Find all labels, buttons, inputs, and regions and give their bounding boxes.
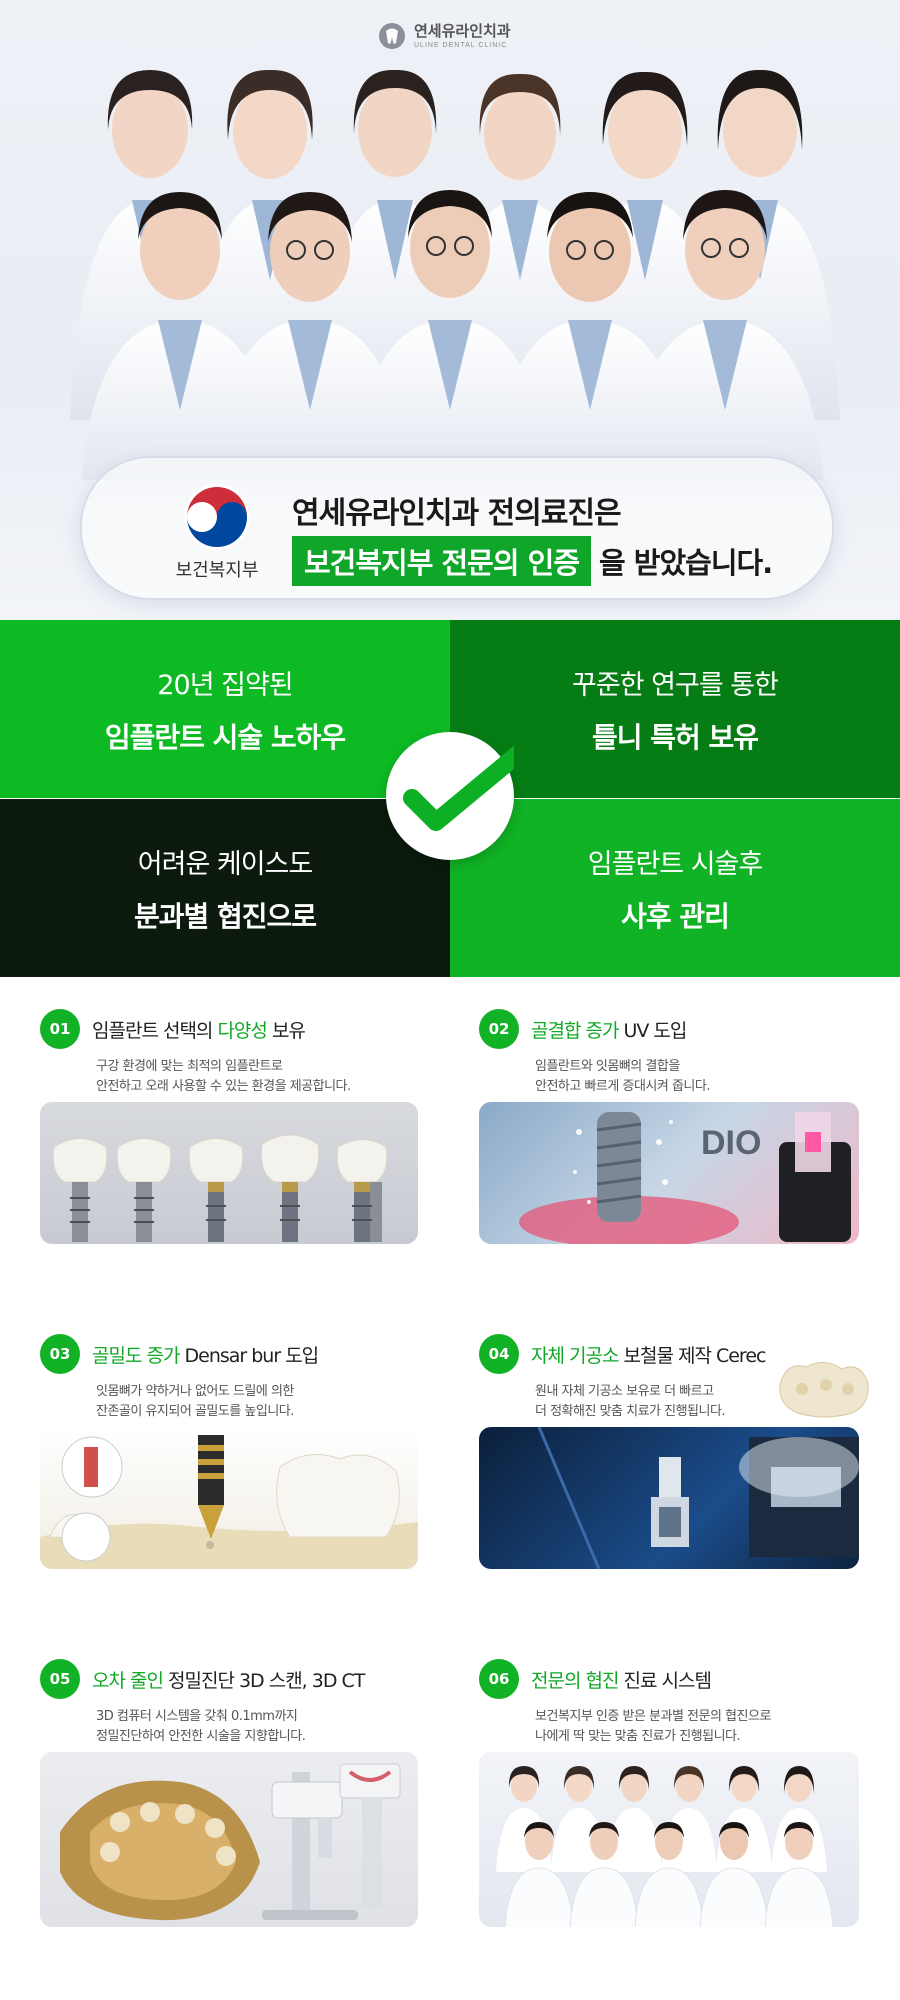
title-highlight: 오차 줄인 <box>92 1669 164 1692</box>
feature-description: 구강 환경에 맞는 최적의 임플란트로 안전하고 오래 사용할 수 있는 환경을… <box>96 1057 420 1097</box>
densar-bur-image <box>40 1427 418 1569</box>
government-emblem-icon <box>184 484 250 550</box>
benefit-title: 틀니 특허 보유 <box>591 720 759 754</box>
benefit-denture-patent: 꾸준한 연구를 통한 틀니 특허 보유 <box>450 620 900 798</box>
desc-line: 잔존골이 유지되어 골밀도를 높입니다. <box>96 1404 294 1419</box>
benefit-aftercare: 임플란트 시술후 사후 관리 <box>450 799 900 977</box>
checkmark-icon <box>403 745 527 831</box>
logo-korean-name: 연세유라인치과 <box>414 21 511 40</box>
feature-title: 임플란트 선택의 다양성 보유 <box>92 1016 306 1043</box>
cerec-milling-image <box>479 1427 859 1569</box>
front-row-doctors <box>81 190 824 480</box>
feature-number: 06 <box>479 1659 519 1699</box>
cert-org-name: 보건복지부 <box>175 560 259 581</box>
cert-headline: 연세유라인치과 전의료진은 <box>292 496 622 531</box>
feature-05: 05 오차 줄인 정밀진단 3D 스캔, 3D CT 3D 컴퓨터 시스템을 갖… <box>40 1659 420 1747</box>
features-section: 01 임플란트 선택의 다양성 보유 구강 환경에 맞는 최적의 임플란트로 안… <box>0 977 900 2000</box>
feature-number: 02 <box>479 1009 519 1049</box>
title-text: 진료 시스템 <box>618 1669 711 1692</box>
title-text: 보철물 제작 Cerec <box>618 1344 766 1367</box>
feature-description: 잇몸뼈가 약하거나 없어도 드릴에 의한 잔존골이 유지되어 골밀도를 높입니다… <box>96 1382 420 1422</box>
title-highlight: 골밀도 증가 <box>92 1344 180 1367</box>
certification-banner: 보건복지부 연세유라인치과 전의료진은 보건복지부 전문의 인증 을 받았습니다… <box>80 456 834 600</box>
feature-description: 3D 컴퓨터 시스템을 갖춰 0.1mm까지 정밀진단하여 안전한 시술을 지향… <box>96 1707 420 1747</box>
desc-line: 정밀진단하여 안전한 시술을 지향합니다. <box>96 1729 306 1744</box>
feature-03: 03 골밀도 증가 Densar bur 도입 잇몸뼈가 약하거나 없어도 드릴… <box>40 1334 420 1422</box>
implant-variety-image <box>40 1102 418 1244</box>
benefit-subtitle: 20년 집약된 <box>157 669 293 701</box>
title-text: 정밀진단 3D 스캔, 3D CT <box>162 1669 365 1692</box>
3d-scan-illustration <box>60 1763 401 1921</box>
title-highlight: 자체 기공소 <box>531 1344 619 1367</box>
desc-line: 보건복지부 인증 받은 분과별 전문의 협진으로 <box>535 1709 771 1724</box>
desc-line: 구강 환경에 맞는 최적의 임플란트로 <box>96 1059 283 1074</box>
benefit-title: 사후 관리 <box>621 899 730 933</box>
benefit-subtitle: 임플란트 시술후 <box>587 848 763 880</box>
desc-line: 3D 컴퓨터 시스템을 갖춰 0.1mm까지 <box>96 1709 298 1724</box>
feature-title: 골결합 증가 UV 도입 <box>531 1016 687 1043</box>
benefit-subtitle: 어려운 케이스도 <box>137 848 313 880</box>
feature-number: 05 <box>40 1659 80 1699</box>
tooth-logo-icon <box>379 23 405 49</box>
desc-line: 잇몸뼈가 약하거나 없어도 드릴에 의한 <box>96 1384 294 1399</box>
hero-section: 연세유라인치과 ULINE DENTAL CLINIC 보건복지부 연세유라인치… <box>0 0 900 620</box>
benefit-collaboration: 어려운 케이스도 분과별 협진으로 <box>0 799 450 977</box>
cert-tail-text: 을 받았습니다. <box>599 546 773 580</box>
feature-title: 골밀도 증가 Densar bur 도입 <box>92 1341 319 1368</box>
cert-highlight-badge: 보건복지부 전문의 인증 <box>292 536 591 586</box>
title-text: Densar bur 도입 <box>179 1344 319 1367</box>
feature-description: 임플란트와 잇몸뼈의 결합을 안전하고 빠르게 증대시켜 줍니다. <box>535 1057 859 1097</box>
feature-number: 03 <box>40 1334 80 1374</box>
uv-device-image: DIO <box>479 1102 859 1244</box>
specialist-team-image <box>479 1752 859 1927</box>
feature-title: 전문의 협진 진료 시스템 <box>531 1666 712 1693</box>
clinic-logo[interactable]: 연세유라인치과 ULINE DENTAL CLINIC <box>378 22 511 50</box>
logo-english-name: ULINE DENTAL CLINIC <box>414 41 508 49</box>
benefit-title: 분과별 협진으로 <box>133 899 317 933</box>
dental-bridge-image <box>779 1362 869 1418</box>
medical-staff-photo <box>70 69 840 480</box>
title-text: 임플란트 선택의 <box>92 1019 218 1042</box>
title-highlight: 전문의 협진 <box>531 1669 619 1692</box>
title-text: 보유 <box>266 1019 306 1042</box>
feature-01: 01 임플란트 선택의 다양성 보유 구강 환경에 맞는 최적의 임플란트로 안… <box>40 1009 420 1097</box>
team-illustration <box>496 1766 834 1927</box>
benefit-implant-knowhow: 20년 집약된 임플란트 시술 노하우 <box>0 620 450 798</box>
bone-drill-illustration <box>40 1435 418 1569</box>
checkmark-badge <box>386 732 527 860</box>
title-highlight: 골결합 증가 <box>531 1019 619 1042</box>
feature-number: 04 <box>479 1334 519 1374</box>
uv-illustration: DIO <box>519 1112 851 1244</box>
desc-line: 안전하고 오래 사용할 수 있는 환경을 제공합니다. <box>96 1079 351 1094</box>
benefit-subtitle: 꾸준한 연구를 통한 <box>572 669 779 701</box>
feature-title: 오차 줄인 정밀진단 3D 스캔, 3D CT <box>92 1666 365 1693</box>
benefits-grid: 20년 집약된 임플란트 시술 노하우 꾸준한 연구를 통한 틀니 특허 보유 … <box>0 620 900 977</box>
feature-description: 보건복지부 인증 받은 분과별 전문의 협진으로 나에게 딱 맞는 맞춤 진료가… <box>535 1707 859 1747</box>
implants-illustration <box>52 1134 388 1242</box>
dio-brand-text: DIO <box>701 1124 761 1162</box>
feature-number: 01 <box>40 1009 80 1049</box>
desc-line: 임플란트와 잇몸뼈의 결합을 <box>535 1059 680 1074</box>
title-text: UV 도입 <box>618 1019 687 1042</box>
benefit-title: 임플란트 시술 노하우 <box>104 720 346 754</box>
desc-line: 나에게 딱 맞는 맞춤 진료가 진행됩니다. <box>535 1729 741 1744</box>
feature-06: 06 전문의 협진 진료 시스템 보건복지부 인증 받은 분과별 전문의 협진으… <box>479 1659 859 1747</box>
feature-title: 자체 기공소 보철물 제작 Cerec <box>531 1341 766 1368</box>
milling-machine-illustration <box>537 1427 859 1569</box>
title-highlight: 다양성 <box>217 1019 267 1042</box>
desc-line: 안전하고 빠르게 증대시켜 줍니다. <box>535 1079 710 1094</box>
feature-02: 02 골결합 증가 UV 도입 임플란트와 잇몸뼈의 결합을 안전하고 빠르게 … <box>479 1009 859 1097</box>
3d-scan-ct-image <box>40 1752 418 1927</box>
